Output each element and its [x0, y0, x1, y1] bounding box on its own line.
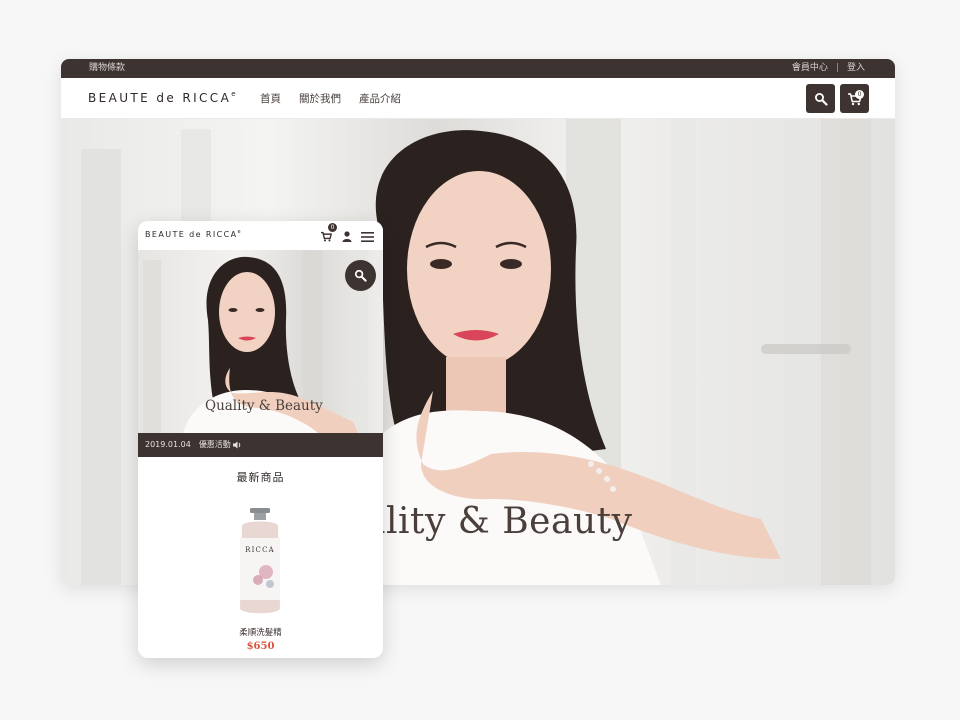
login-link[interactable]: 登入 — [847, 59, 865, 78]
mobile-header: BEAUTE de RICCAe 0 — [138, 221, 383, 250]
speaker-icon — [232, 441, 241, 449]
mobile-logo-mark: e — [237, 229, 241, 235]
mobile-logo-text: BEAUTE de RICCA — [145, 230, 238, 239]
news-text: 優惠活動 — [198, 440, 231, 449]
nav-item-about[interactable]: 關於我們 — [299, 91, 341, 106]
mobile-hero: Quality & Beauty — [138, 250, 383, 433]
nav-item-home[interactable]: 首頁 — [260, 91, 281, 106]
mobile-logo[interactable]: BEAUTE de RICCAe — [145, 229, 241, 239]
menu-icon[interactable] — [361, 231, 374, 242]
hero-title: ality & Beauty — [364, 501, 633, 542]
news-ticker[interactable]: 2019.01.04 優惠活動 — [138, 433, 383, 457]
nav-item-products[interactable]: 產品介紹 — [359, 91, 401, 106]
mobile-preview: BEAUTE de RICCAe 0 Quality & Beauty 2019… — [138, 221, 383, 658]
cart-count-badge: 0 — [855, 90, 864, 99]
user-icon[interactable] — [342, 231, 352, 242]
mobile-search-button[interactable] — [345, 260, 376, 291]
cart-button[interactable]: 0 — [840, 84, 869, 113]
section-title-new-products: 最新商品 — [236, 471, 285, 484]
product-label-brand: RICCA — [245, 546, 275, 554]
search-button[interactable] — [806, 84, 835, 113]
mobile-cart-button[interactable]: 0 — [320, 223, 337, 246]
product-name[interactable]: 柔順洗髮精 — [138, 626, 383, 638]
product-price: $650 — [246, 641, 275, 652]
account-links: 會員中心 | 登入 — [792, 59, 865, 78]
product-image[interactable]: RICCA — [234, 508, 286, 618]
separator: | — [835, 63, 839, 73]
logo[interactable]: BEAUTE de RICCAe — [88, 90, 236, 105]
top-bar: 購物條款 會員中心 | 登入 — [61, 59, 895, 78]
main-nav: 首頁 關於我們 產品介紹 — [260, 91, 401, 106]
cart-icon — [321, 231, 332, 242]
mobile-cart-count: 0 — [328, 223, 337, 232]
mobile-hero-title: Quality & Beauty — [205, 398, 323, 414]
mobile-header-icons: 0 — [320, 223, 374, 246]
member-center-link[interactable]: 會員中心 — [792, 59, 828, 78]
logo-text: BEAUTE de RICCA — [88, 91, 232, 105]
search-icon — [354, 269, 367, 282]
news-date: 2019.01.04 — [145, 440, 191, 449]
site-header: BEAUTE de RICCAe 首頁 關於我們 產品介紹 0 — [61, 78, 895, 119]
logo-mark: e — [231, 90, 236, 98]
terms-link[interactable]: 購物條款 — [89, 59, 125, 78]
search-icon — [814, 92, 828, 106]
